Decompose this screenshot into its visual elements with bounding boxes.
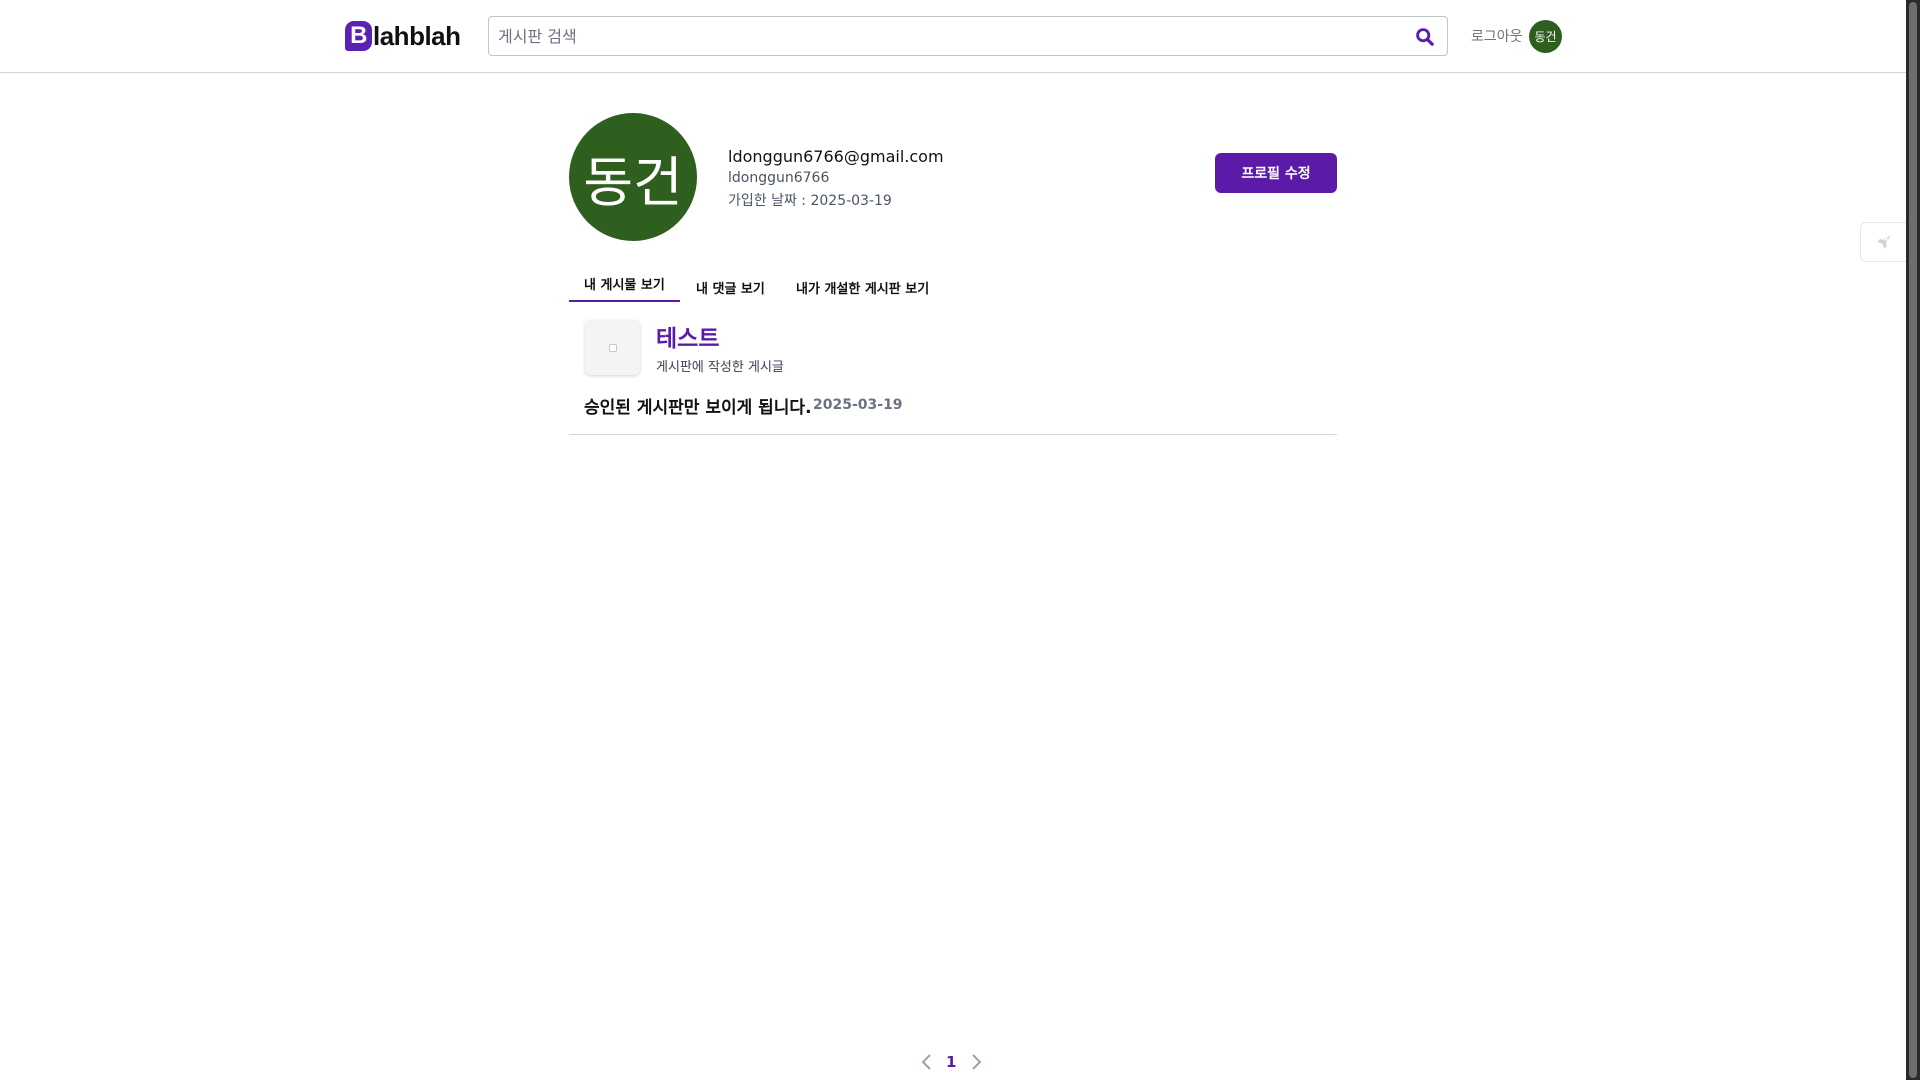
search-bar [488,16,1448,56]
logo-text: lahblah [373,20,461,51]
tab-my-comments[interactable]: 내 댓글 보기 [696,270,765,304]
page-scrollbar[interactable] [1906,0,1920,1080]
divider [569,434,1337,435]
tab-my-posts[interactable]: 내 게시물 보기 [584,266,665,300]
board-thumbnail [585,320,640,375]
top-header: Blahblah 로그아웃 동건 [0,0,1906,73]
floating-action-button[interactable] [1860,222,1906,262]
profile-joined-date: 가입한 날짜 : 2025-03-19 [728,193,892,209]
search-icon [1416,28,1434,46]
board-subtitle: 게시판에 작성한 게시글 [656,360,784,375]
header-avatar[interactable]: 동건 [1529,20,1562,53]
profile-email: ldonggun6766@gmail.com [728,147,944,166]
pagination-prev[interactable] [919,1052,935,1072]
board-name-link[interactable]: 테스트 [656,319,719,353]
chevron-right-icon [972,1054,982,1070]
search-button[interactable] [1415,27,1435,47]
logo[interactable]: Blahblah [345,20,461,52]
chevron-left-icon [921,1054,931,1070]
post-title-link[interactable]: 승인된 게시판만 보이게 됩니다. [584,393,812,418]
scrollbar-thumb[interactable] [1909,2,1917,1078]
profile-username: ldonggun6766 [728,170,830,186]
pagination-next[interactable] [968,1052,984,1072]
profile-avatar: 동건 [569,113,697,241]
edit-profile-button[interactable]: 프로필 수정 [1215,153,1337,193]
logout-link[interactable]: 로그아웃 [1471,26,1523,46]
logo-mark: B [345,21,372,51]
active-tab-indicator [569,300,680,302]
image-placeholder-icon [608,343,617,352]
search-input[interactable] [489,17,1389,55]
pagination-page-1[interactable]: 1 [946,1053,956,1071]
tab-my-boards[interactable]: 내가 개설한 게시판 보기 [796,270,929,304]
rocket-icon [1876,235,1891,249]
post-date: 2025-03-19 [813,397,903,413]
